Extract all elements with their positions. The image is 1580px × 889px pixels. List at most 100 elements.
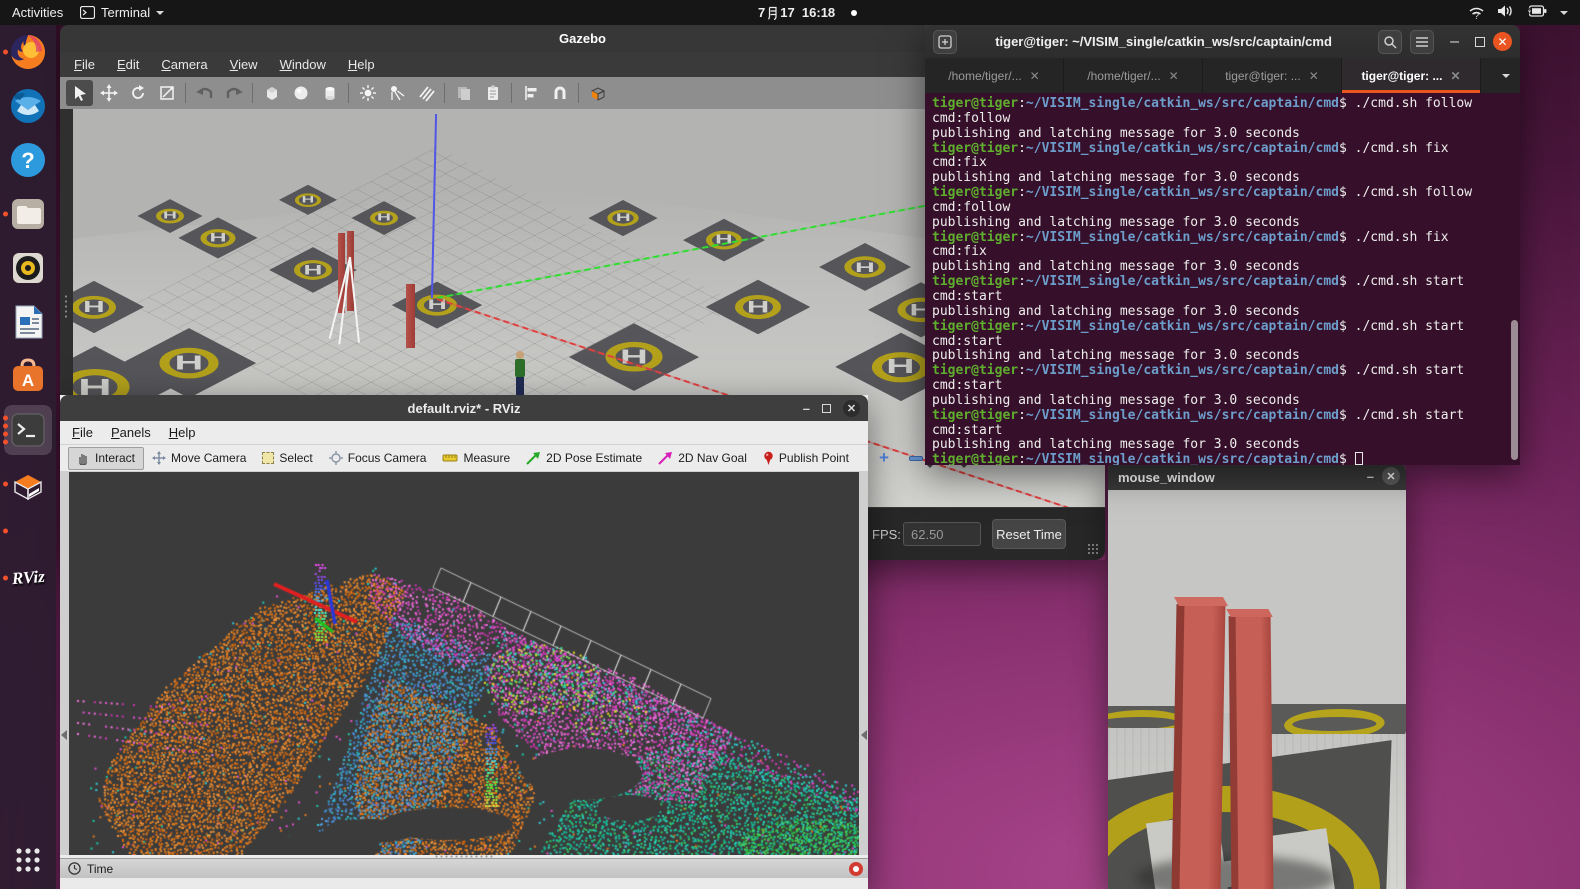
terminal-line: cmd:follow [932, 200, 1520, 215]
rviz-menubar: File Panels Help [60, 421, 868, 445]
rotate-tool-button[interactable] [124, 80, 151, 106]
terminal-titlebar[interactable]: tiger@tiger: ~/VISIM_single/catkin_ws/sr… [925, 25, 1520, 58]
close-button[interactable]: ✕ [1382, 467, 1400, 485]
mouse-window-viewport[interactable] [1108, 490, 1406, 889]
dock-item-terminal[interactable] [0, 403, 56, 457]
clock[interactable]: 7 17 16:18 [750, 0, 865, 25]
menu-file[interactable]: File [72, 425, 93, 440]
left-panel-collapse-arrow[interactable] [61, 730, 67, 740]
terminal-output[interactable]: tiger@tiger:~/VISIM_single/catkin_ws/src… [925, 93, 1520, 465]
tab-close-icon[interactable]: ✕ [1030, 69, 1040, 83]
select-arrow-icon [71, 84, 89, 102]
fps-label: FPS: [872, 527, 901, 542]
menu-window[interactable]: Window [280, 57, 326, 72]
dock-item-help[interactable]: ? [0, 133, 56, 187]
maximize-button[interactable] [822, 404, 831, 413]
menu-help[interactable]: Help [169, 425, 196, 440]
translate-tool-button[interactable] [95, 80, 122, 106]
dock-item-rviz[interactable]: RViz [0, 551, 56, 605]
terminal-scrollbar[interactable] [1511, 320, 1518, 460]
menu-view[interactable]: View [230, 57, 258, 72]
rotate-icon [129, 84, 147, 102]
pose-estimate-tool-button[interactable]: 2D Pose Estimate [518, 447, 650, 470]
tab-close-icon[interactable]: ✕ [1309, 69, 1319, 83]
dock-item-thunderbird[interactable] [0, 79, 56, 133]
tab-home-tiger-2[interactable]: /home/tiger/...✕ [1064, 58, 1203, 93]
app-menu-button[interactable]: Terminal [72, 0, 172, 25]
align-button[interactable] [517, 80, 544, 106]
dock-item-files[interactable] [0, 187, 56, 241]
select-tool-button[interactable] [66, 80, 93, 106]
directional-light-icon [417, 84, 435, 102]
spot-light-button[interactable] [383, 80, 410, 106]
menu-edit[interactable]: Edit [117, 57, 139, 72]
move-camera-tool-button[interactable]: Move Camera [144, 447, 254, 470]
tab-home-tiger-1[interactable]: /home/tiger/...✕ [925, 58, 1064, 93]
dock-item-ubuntu-software[interactable]: A [0, 349, 56, 403]
dock-item-gazebo[interactable] [0, 457, 56, 511]
paste-button[interactable] [479, 80, 506, 106]
insert-box-button[interactable] [258, 80, 285, 106]
maximize-button[interactable] [1475, 37, 1485, 47]
search-button[interactable] [1378, 30, 1402, 54]
selection-box-icon [262, 452, 274, 464]
helipad: H [832, 250, 897, 284]
building-editor-button[interactable] [584, 80, 611, 106]
minimize-button[interactable]: – [1450, 33, 1459, 51]
tab-list-button[interactable] [1492, 58, 1520, 93]
insert-cylinder-button[interactable] [316, 80, 343, 106]
rviz-3d-viewport[interactable] [60, 472, 868, 855]
tab-tiger-4-active[interactable]: tiger@tiger: ...✕ [1342, 58, 1481, 93]
focus-camera-tool-button[interactable]: Focus Camera [321, 447, 435, 470]
dock-item-rhythmbox[interactable] [0, 241, 56, 295]
new-tab-button[interactable] [933, 30, 957, 54]
dock-item-libreoffice-writer[interactable] [0, 295, 56, 349]
nav-goal-tool-button[interactable]: 2D Nav Goal [650, 447, 755, 470]
close-button[interactable]: ✕ [1493, 32, 1512, 51]
pointcloud-canvas[interactable] [69, 472, 859, 855]
dock-item-unknown-window[interactable] [0, 511, 56, 551]
resize-grip[interactable] [1087, 543, 1099, 555]
system-status-area[interactable]: ? [1460, 0, 1576, 25]
tab-close-icon[interactable]: ✕ [1450, 69, 1460, 83]
terminal-window: tiger@tiger: ~/VISIM_single/catkin_ws/sr… [925, 25, 1520, 465]
sphere-icon [292, 84, 310, 102]
tab-tiger-3[interactable]: tiger@tiger: ...✕ [1203, 58, 1342, 93]
terminal-line: publishing and latching message for 3.0 … [932, 126, 1520, 141]
show-applications-button[interactable] [0, 833, 56, 887]
right-panel-collapse-arrow[interactable] [861, 730, 867, 740]
terminal-line: publishing and latching message for 3.0 … [932, 170, 1520, 185]
close-button[interactable]: ✕ [843, 400, 860, 417]
add-tool-button[interactable]: + [869, 447, 899, 470]
undo-button[interactable] [191, 80, 218, 106]
minimize-button[interactable]: – [1367, 469, 1374, 484]
dock-item-firefox[interactable] [0, 25, 56, 79]
mouse-window-titlebar[interactable]: mouse_window – ✕ [1108, 464, 1406, 490]
copy-button[interactable] [450, 80, 477, 106]
directional-light-button[interactable] [412, 80, 439, 106]
reset-time-button[interactable]: Reset Time [992, 519, 1066, 549]
clock-icon [68, 862, 81, 875]
menu-file[interactable]: File [74, 57, 95, 72]
scale-tool-button[interactable] [153, 80, 180, 106]
publish-point-tool-button[interactable]: Publish Point [755, 447, 857, 470]
menu-help[interactable]: Help [348, 57, 375, 72]
select-tool-button[interactable]: Select [254, 447, 320, 470]
time-panel-header[interactable]: Time [60, 858, 868, 878]
menu-button[interactable] [1410, 30, 1434, 54]
redo-button[interactable] [220, 80, 247, 106]
point-light-button[interactable] [354, 80, 381, 106]
tab-close-icon[interactable]: ✕ [1169, 69, 1179, 83]
interact-tool-button[interactable]: Interact [68, 447, 144, 470]
menu-camera[interactable]: Camera [161, 57, 207, 72]
measure-tool-button[interactable]: Measure [434, 447, 518, 470]
rhythmbox-icon [9, 249, 47, 287]
activities-button[interactable]: Activities [4, 0, 71, 25]
snap-button[interactable] [546, 80, 573, 106]
minimize-button[interactable]: – [803, 401, 810, 416]
time-panel-close-button[interactable] [849, 862, 863, 876]
terminal-line: cmd:start [932, 423, 1520, 438]
rviz-titlebar[interactable]: default.rviz* - RViz – ✕ [60, 395, 868, 421]
menu-panels[interactable]: Panels [111, 425, 151, 440]
insert-sphere-button[interactable] [287, 80, 314, 106]
